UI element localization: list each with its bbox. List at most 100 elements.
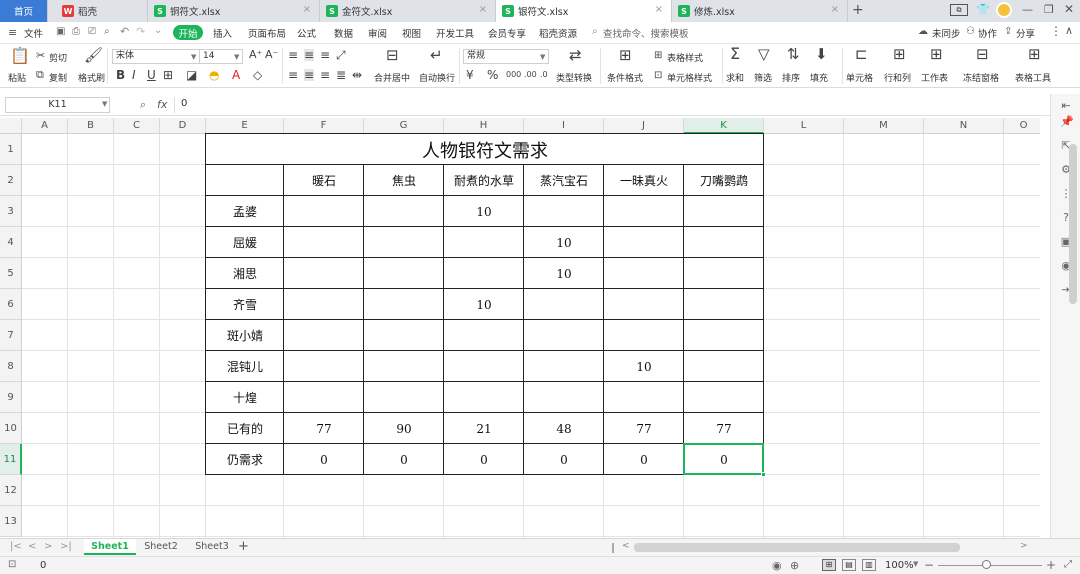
first-sheet-icon[interactable]: |< (10, 541, 22, 552)
row-header-13[interactable]: 13 (0, 506, 22, 537)
sort-button[interactable]: 排序 (782, 71, 800, 84)
row-header-6[interactable]: 6 (0, 289, 22, 320)
next-sheet-icon[interactable]: > (44, 541, 52, 552)
tab-home[interactable]: 首页 (0, 0, 48, 22)
tab-close-icon[interactable]: × (479, 4, 487, 15)
menu-5[interactable]: 审阅 (368, 26, 387, 40)
row-name[interactable]: 已有的 (206, 413, 284, 444)
data-cell[interactable]: 0 (444, 444, 524, 475)
collapse-ribbon-icon[interactable]: ∧ (1065, 24, 1073, 37)
data-cell[interactable]: 10 (604, 351, 684, 382)
fullscreen-icon[interactable]: ⤢ (1064, 559, 1072, 570)
column-header-G[interactable]: G (364, 118, 444, 134)
avatar[interactable] (996, 2, 1012, 18)
tab-5[interactable]: S 修炼.xlsx × (672, 0, 848, 22)
row-name[interactable]: 十煌 (206, 382, 284, 413)
percent-icon[interactable]: % (487, 69, 498, 81)
distributed-icon[interactable]: ⇹ (352, 69, 362, 81)
sheet-tab-2[interactable]: Sheet2 (136, 541, 186, 552)
data-cell[interactable] (444, 258, 524, 289)
data-cell[interactable] (364, 196, 444, 227)
data-cell[interactable] (284, 258, 364, 289)
spreadsheet-grid[interactable]: A B C D E F G H I J K L M N O 1 2 3 4 5 6 7 8 9 10 11 12 13 人物银符文需求暖… (0, 118, 1040, 538)
data-cell[interactable]: 77 (604, 413, 684, 444)
column-header-D[interactable]: D (160, 118, 206, 134)
sheet-tab-3[interactable]: Sheet3 (188, 541, 236, 552)
tab-2[interactable]: S 铜符文.xlsx × (148, 0, 320, 22)
number-format-select[interactable]: 常规 (463, 49, 549, 64)
zoom-search-icon[interactable]: ⌕ (140, 98, 146, 112)
skin-icon[interactable]: 👕 (976, 3, 990, 16)
merge-center-button[interactable]: 合并居中 (374, 71, 410, 84)
row-header-4[interactable]: 4 (0, 227, 22, 258)
vertical-scrollbar[interactable] (1069, 144, 1077, 304)
row-name[interactable]: 齐雪 (206, 289, 284, 320)
column-header-M[interactable]: M (844, 118, 924, 134)
menu-4[interactable]: 数据 (334, 26, 353, 40)
row-header-5[interactable]: 5 (0, 258, 22, 289)
menu-file[interactable]: 文件 (24, 26, 43, 40)
tab-1[interactable]: W 稻壳 (56, 0, 148, 22)
data-cell[interactable]: 0 (284, 444, 364, 475)
data-cell[interactable]: 10 (444, 196, 524, 227)
more-options-icon[interactable]: ⋮ (1050, 24, 1062, 38)
column-header-C[interactable]: C (114, 118, 160, 134)
eye-protection-icon[interactable]: ◉ (772, 559, 782, 572)
menu-3[interactable]: 公式 (297, 26, 316, 40)
underline-icon[interactable]: U (147, 69, 156, 81)
align-top-icon[interactable]: ≡ (288, 49, 298, 61)
justify-icon[interactable]: ≣ (336, 69, 346, 81)
share-button[interactable]: 分享 (1016, 26, 1035, 40)
zoom-out-icon[interactable]: − (924, 558, 934, 572)
type-convert-button[interactable]: 类型转换 (556, 71, 592, 84)
menu-7[interactable]: 开发工具 (436, 26, 474, 40)
tab-4[interactable]: S 银符文.xlsx × (496, 0, 672, 22)
data-cell[interactable] (364, 382, 444, 413)
column-header-H[interactable]: H (444, 118, 524, 134)
worksheet-button[interactable]: 工作表 (921, 71, 948, 84)
collab-button[interactable]: 协作 (978, 26, 997, 40)
row-name[interactable]: 混钝儿 (206, 351, 284, 382)
cell-button[interactable]: 单元格 (846, 71, 873, 84)
data-cell[interactable] (684, 320, 764, 351)
data-cell[interactable]: 48 (524, 413, 604, 444)
data-cell[interactable] (284, 196, 364, 227)
row-header-12[interactable]: 12 (0, 475, 22, 506)
preview-icon[interactable]: ⌕ (104, 26, 110, 37)
align-center-icon[interactable]: ≡ (304, 69, 315, 81)
row-header-9[interactable]: 9 (0, 382, 22, 413)
italic-icon[interactable]: I (132, 69, 136, 81)
column-title[interactable]: 刀嘴鹦鹉 (684, 165, 764, 196)
hamburger-icon[interactable]: ≡ (8, 26, 17, 39)
data-cell[interactable]: 10 (524, 258, 604, 289)
column-header-B[interactable]: B (68, 118, 114, 134)
column-header-J[interactable]: J (604, 118, 684, 134)
menu-2[interactable]: 页面布局 (248, 26, 286, 40)
row-name[interactable]: 斑小婧 (206, 320, 284, 351)
data-cell[interactable] (444, 320, 524, 351)
bold-icon[interactable]: B (116, 69, 125, 81)
undo-icon[interactable]: ↶ (120, 25, 129, 38)
data-cell[interactable] (364, 351, 444, 382)
currency-icon[interactable]: ¥ (466, 69, 474, 81)
name-box[interactable]: K11 (5, 97, 110, 113)
data-cell[interactable]: 0 (604, 444, 684, 475)
copy-button[interactable]: 复制 (49, 71, 67, 84)
row-header-10[interactable]: 10 (0, 413, 22, 444)
paste-button[interactable]: 粘贴 (8, 71, 26, 84)
menu-6[interactable]: 视图 (402, 26, 421, 40)
data-cell[interactable] (444, 227, 524, 258)
data-cell[interactable] (524, 196, 604, 227)
column-header-F[interactable]: F (284, 118, 364, 134)
format-painter-button[interactable]: 格式刷 (78, 71, 105, 84)
close-icon[interactable]: ✕ (1064, 2, 1074, 16)
column-title[interactable]: 一昧真火 (604, 165, 684, 196)
data-cell[interactable] (604, 382, 684, 413)
thousands-icon[interactable]: 000 (506, 69, 521, 81)
zoom-in-icon[interactable]: + (1046, 558, 1056, 572)
zoom-level[interactable]: 100% (885, 560, 914, 571)
page-layout-icon[interactable]: ▤ (842, 559, 856, 571)
font-grow-icon[interactable]: A⁺ (249, 49, 262, 61)
command-search[interactable]: 查找命令、搜索模板 (603, 26, 689, 40)
prev-sheet-icon[interactable]: < (28, 541, 36, 552)
